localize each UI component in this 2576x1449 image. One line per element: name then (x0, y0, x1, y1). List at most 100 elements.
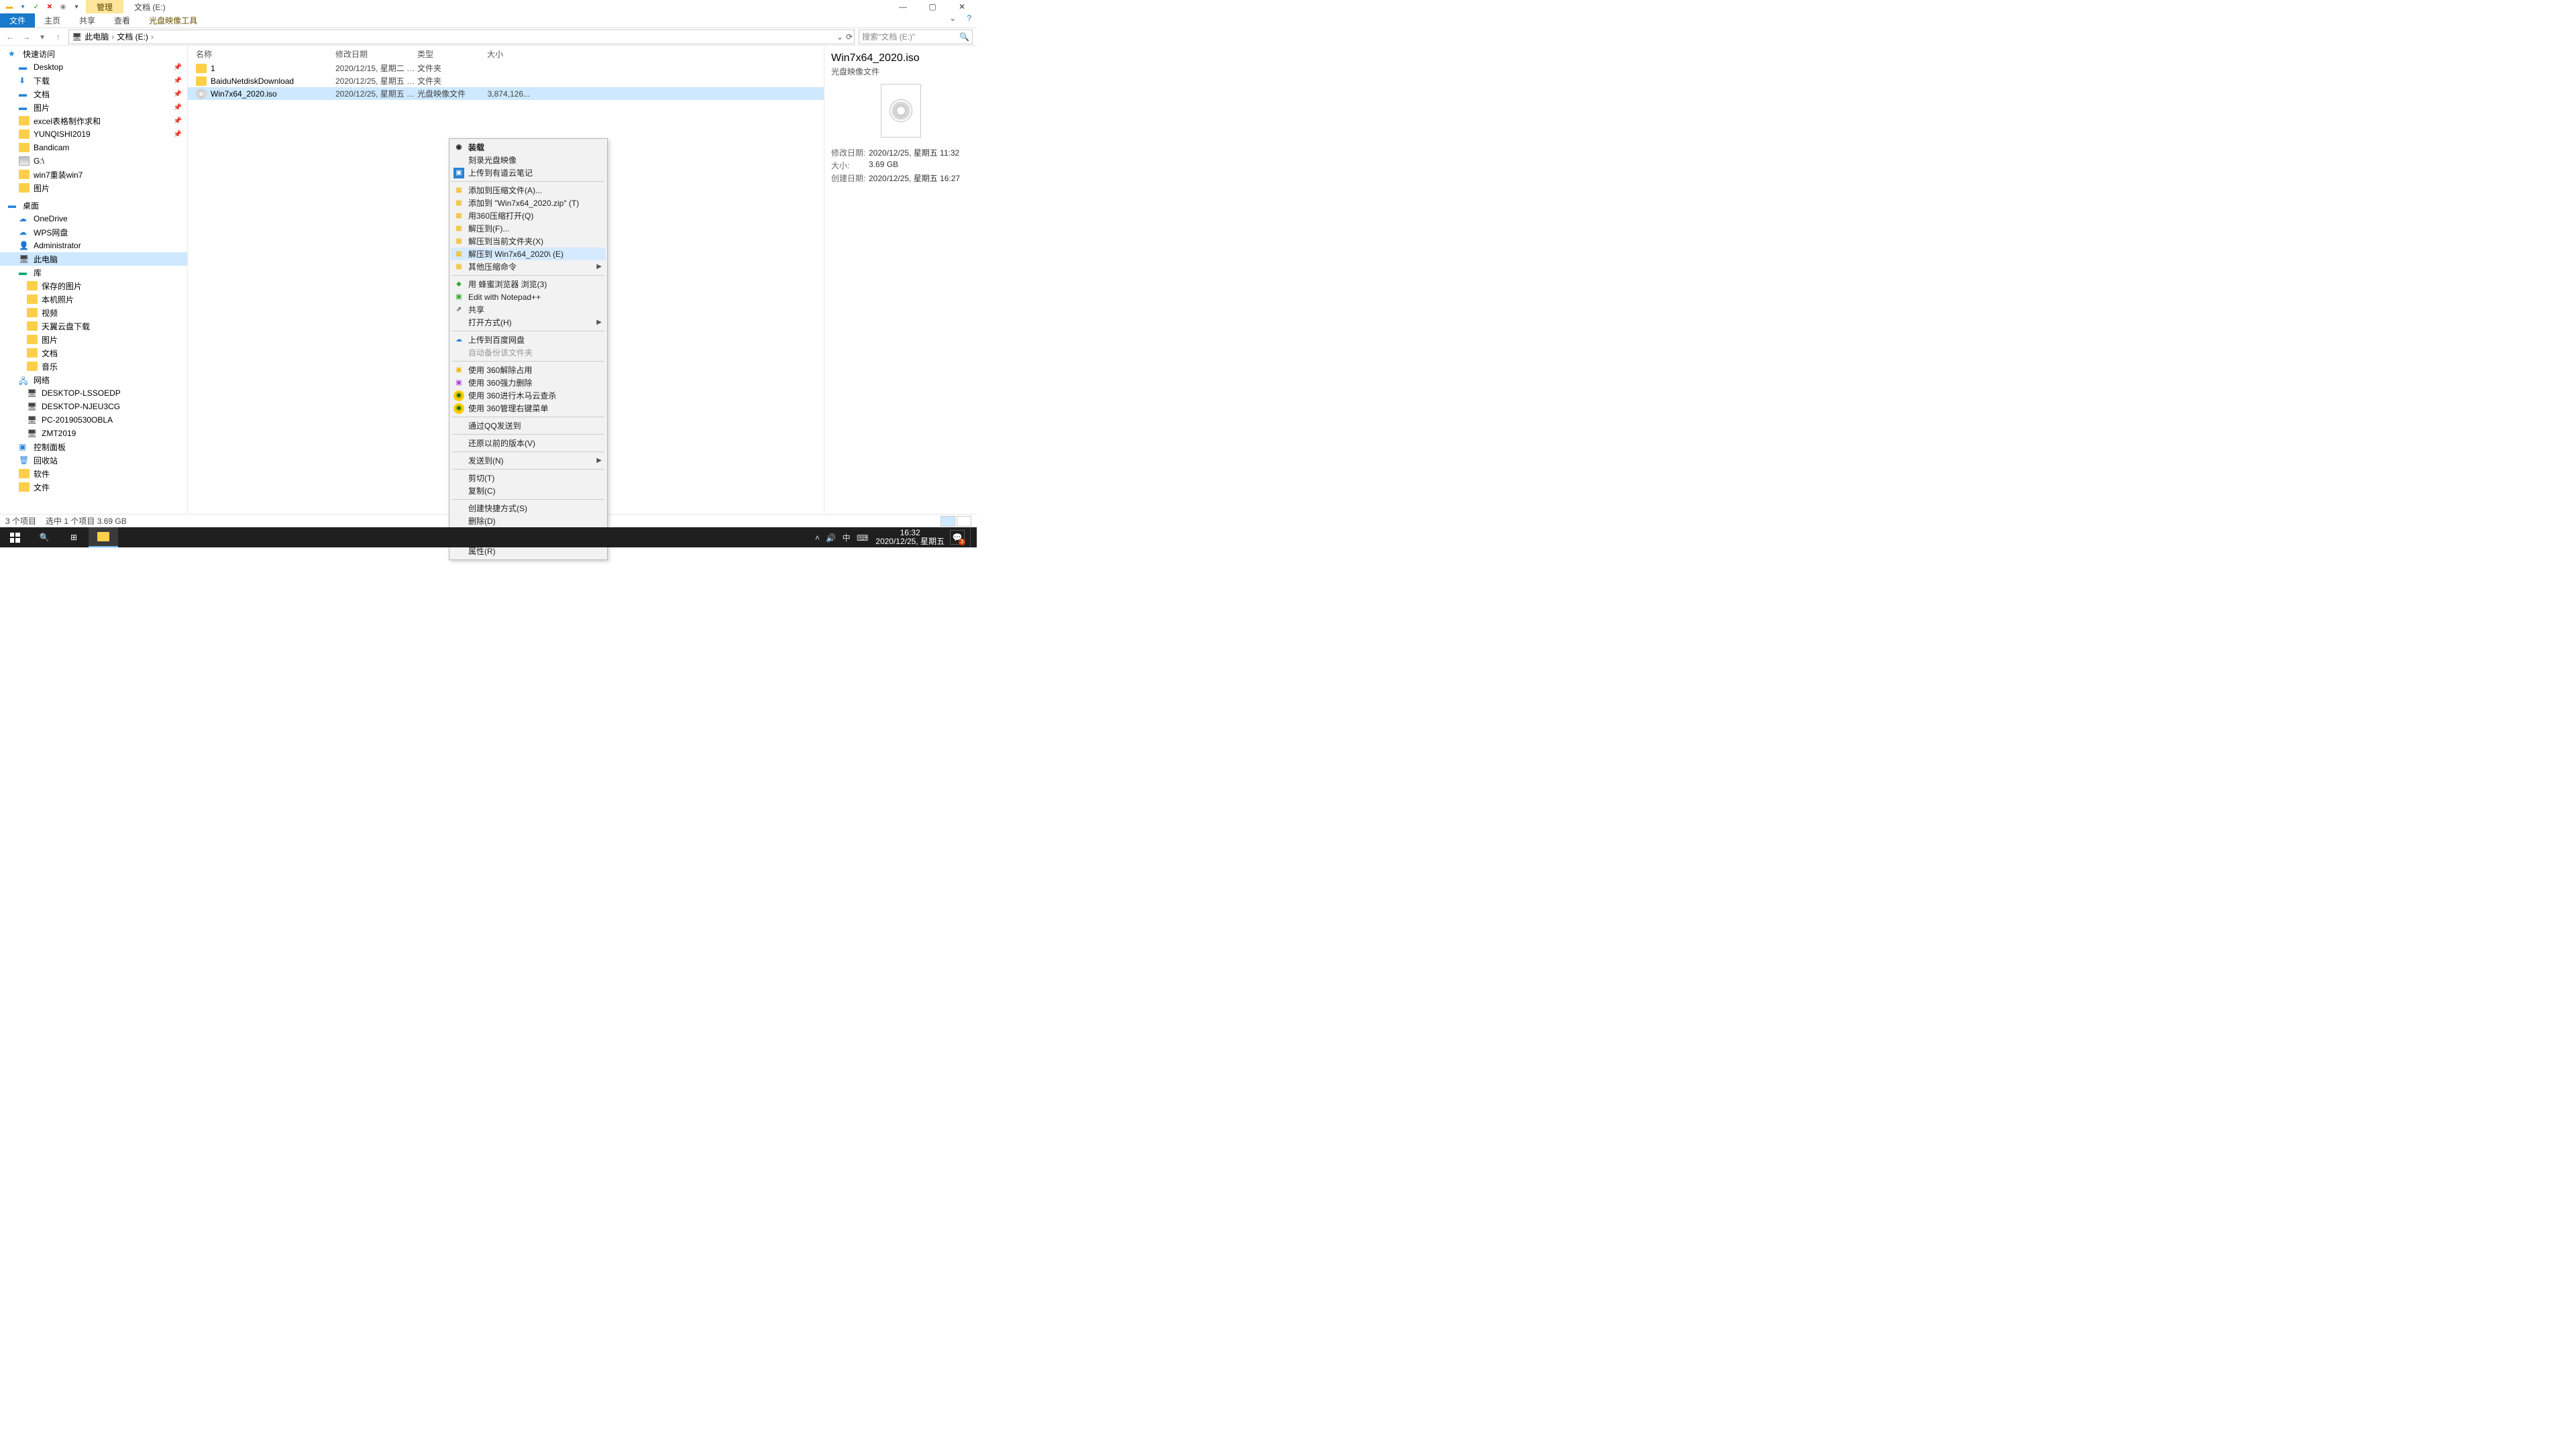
tab-disc-image-tools[interactable]: 光盘映像工具 (140, 13, 207, 28)
tree-desktop[interactable]: ▬Desktop📌 (0, 60, 187, 74)
clock[interactable]: 16:32 2020/12/25, 星期五 (875, 529, 945, 546)
qat-dropdown-icon[interactable]: ▾ (71, 1, 82, 12)
col-date[interactable]: 修改日期 (335, 48, 417, 60)
new-icon[interactable]: ◉ (58, 1, 68, 12)
tab-file[interactable]: 文件 (0, 13, 35, 28)
ctx-open-with[interactable]: 打开方式(H)▶ (451, 316, 606, 329)
file-row-selected[interactable]: Win7x64_2020.iso 2020/12/25, 星期五 1... 光盘… (188, 87, 824, 100)
close-red-icon[interactable]: ✕ (44, 1, 55, 12)
tab-share[interactable]: 共享 (70, 13, 105, 28)
tree-documents[interactable]: ▬文档📌 (0, 87, 187, 101)
search-button[interactable]: 🔍 (30, 527, 59, 547)
ime-indicator[interactable]: 中 (843, 533, 851, 543)
ctx-open-360zip[interactable]: ▦用360压缩打开(Q) (451, 209, 606, 222)
close-button[interactable]: ✕ (947, 0, 977, 13)
start-button[interactable] (0, 527, 30, 547)
breadcrumb[interactable]: 🖥 此电脑 文档 (E:) ⌄ ⟳ (68, 30, 855, 44)
col-name[interactable]: 名称 (188, 48, 335, 60)
up-button[interactable]: ↑ (52, 32, 64, 42)
ribbon-context-tab[interactable]: 管理 (86, 0, 123, 13)
tree-recycle[interactable]: 🗑回收站 (0, 453, 187, 467)
recent-dropdown-icon[interactable]: ▾ (36, 32, 48, 42)
notification-center[interactable]: 💬 3 (950, 530, 965, 545)
tab-home[interactable]: 主页 (35, 13, 70, 28)
ctx-notepadpp[interactable]: ▣Edit with Notepad++ (451, 290, 606, 303)
tree-pc3[interactable]: 🖥PC-20190530OBLA (0, 413, 187, 427)
minimize-button[interactable]: — (888, 0, 918, 13)
ctx-extract-named[interactable]: ▦解压到 Win7x64_2020\ (E) (451, 248, 606, 260)
tree-camera-roll[interactable]: 本机照片 (0, 292, 187, 306)
tree-control-panel[interactable]: ▣控制面板 (0, 440, 187, 453)
tree-pics3[interactable]: 图片 (0, 333, 187, 346)
help-icon[interactable]: ? (961, 13, 977, 28)
tree-wps[interactable]: ☁WPS网盘 (0, 225, 187, 239)
ctx-360-trojan[interactable]: ◉使用 360进行木马云查杀 (451, 389, 606, 402)
refresh-icon[interactable]: ⟳ (846, 32, 853, 42)
tree-software[interactable]: 软件 (0, 467, 187, 480)
ctx-shortcut[interactable]: 创建快捷方式(S) (451, 502, 606, 515)
ctx-delete[interactable]: 删除(D) (451, 515, 606, 527)
forward-button[interactable]: → (20, 32, 32, 42)
tree-music[interactable]: 音乐 (0, 360, 187, 373)
ctx-other-compress[interactable]: ▦其他压缩命令▶ (451, 260, 606, 273)
task-view-button[interactable]: ⊞ (59, 527, 89, 547)
ctx-honey-browser[interactable]: ◆用 蜂蜜浏览器 浏览(3) (451, 278, 606, 290)
search-icon[interactable]: 🔍 (959, 32, 969, 42)
ctx-qq-send[interactable]: 通过QQ发送到 (451, 419, 606, 432)
tree-tianyi[interactable]: 天翼云盘下载 (0, 319, 187, 333)
ctx-add-zip[interactable]: ▦添加到 "Win7x64_2020.zip" (T) (451, 197, 606, 209)
tree-this-pc[interactable]: 🖥此电脑 (0, 252, 187, 266)
ctx-360-force-del[interactable]: ▣使用 360强力删除 (451, 376, 606, 389)
ctx-extract-to[interactable]: ▦解压到(F)... (451, 222, 606, 235)
tree-files[interactable]: 文件 (0, 480, 187, 494)
tree-bandicam[interactable]: Bandicam (0, 141, 187, 154)
view-details-button[interactable] (941, 516, 955, 527)
col-size[interactable]: 大小 (487, 48, 533, 60)
ctx-360-menu[interactable]: ◉使用 360管理右键菜单 (451, 402, 606, 415)
tree-docs2[interactable]: 文档 (0, 346, 187, 360)
tree-yunqishi[interactable]: YUNQISHI2019📌 (0, 127, 187, 141)
explorer-taskbar-button[interactable] (89, 527, 118, 547)
crumb-drive[interactable]: 文档 (E:) (117, 31, 154, 42)
tree-g-drive[interactable]: G:\ (0, 154, 187, 168)
show-desktop-button[interactable] (970, 527, 974, 547)
tray-chevron-icon[interactable]: ˄ (815, 533, 820, 543)
tree-pc4[interactable]: 🖥ZMT2019 (0, 427, 187, 440)
search-input[interactable]: 搜索"文档 (E:)" 🔍 (859, 30, 973, 44)
tree-libraries[interactable]: ▬库 (0, 266, 187, 279)
tree-quick-access[interactable]: ★快速访问 (0, 47, 187, 60)
tree-saved-pics[interactable]: 保存的图片 (0, 279, 187, 292)
volume-icon[interactable]: 🔊 (826, 533, 836, 543)
ctx-baidu-upload[interactable]: ☁上传到百度网盘 (451, 333, 606, 346)
tree-pc2[interactable]: 🖥DESKTOP-NJEU3CG (0, 400, 187, 413)
tree-onedrive[interactable]: ☁OneDrive (0, 212, 187, 225)
ctx-restore-prev[interactable]: 还原以前的版本(V) (451, 437, 606, 449)
ctx-add-archive[interactable]: ▦添加到压缩文件(A)... (451, 184, 606, 197)
back-button[interactable]: ← (4, 32, 16, 42)
col-type[interactable]: 类型 (417, 48, 487, 60)
ctx-share[interactable]: ⇗共享 (451, 303, 606, 316)
tree-downloads[interactable]: ⬇下载📌 (0, 74, 187, 87)
tree-videos[interactable]: 视频 (0, 306, 187, 319)
ctx-mount[interactable]: ◉装载 (451, 141, 606, 154)
tree-excel-folder[interactable]: excel表格制作求和📌 (0, 114, 187, 127)
tree-network[interactable]: 🖧网络 (0, 373, 187, 386)
tree-pictures2[interactable]: 图片 (0, 181, 187, 195)
file-row[interactable]: BaiduNetdiskDownload 2020/12/25, 星期五 1..… (188, 74, 824, 87)
checkmark-icon[interactable]: ✓ (31, 1, 42, 12)
file-row[interactable]: 1 2020/12/15, 星期二 1... 文件夹 (188, 62, 824, 74)
ctx-extract-here[interactable]: ▦解压到当前文件夹(X) (451, 235, 606, 248)
ctx-cut[interactable]: 剪切(T) (451, 472, 606, 484)
view-large-button[interactable] (957, 516, 971, 527)
tab-view[interactable]: 查看 (105, 13, 140, 28)
tree-desktop-group[interactable]: ▬桌面 (0, 199, 187, 212)
ctx-copy[interactable]: 复制(C) (451, 484, 606, 497)
ribbon-expand-icon[interactable]: ⌄ (944, 13, 961, 28)
tree-admin[interactable]: 👤Administrator (0, 239, 187, 252)
tree-pc1[interactable]: 🖥DESKTOP-LSSOEDP (0, 386, 187, 400)
save-icon[interactable]: ▾ (17, 1, 28, 12)
ctx-send-to[interactable]: 发送到(N)▶ (451, 454, 606, 467)
crumb-this-pc[interactable]: 此电脑 (85, 31, 114, 42)
tree-win7reinstall[interactable]: win7重装win7 (0, 168, 187, 181)
keyboard-icon[interactable]: ⌨ (857, 533, 868, 543)
